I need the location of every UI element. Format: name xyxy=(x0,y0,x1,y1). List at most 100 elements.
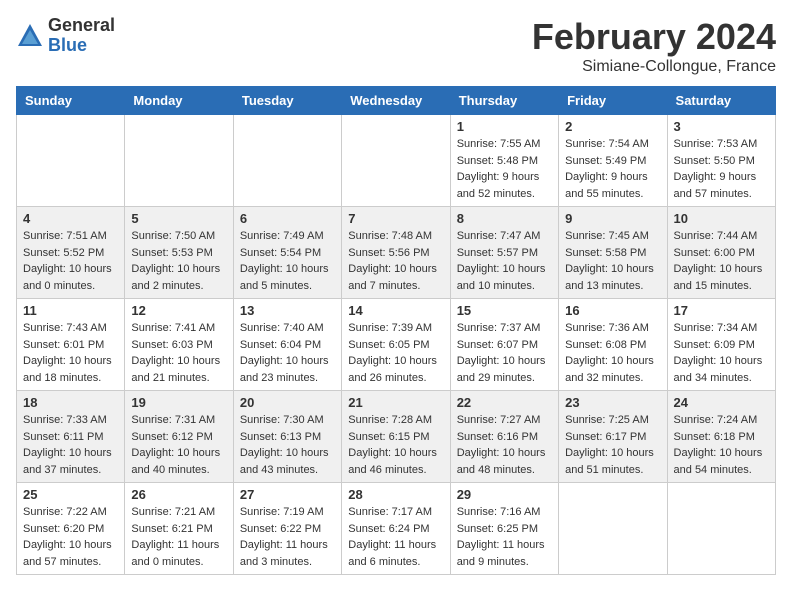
day-number: 4 xyxy=(23,211,118,226)
day-info: Sunrise: 7:27 AM Sunset: 6:16 PM Dayligh… xyxy=(457,412,552,478)
day-number: 25 xyxy=(23,487,118,502)
day-number: 5 xyxy=(131,211,226,226)
calendar-week-4: 18 Sunrise: 7:33 AM Sunset: 6:11 PM Dayli… xyxy=(17,391,776,483)
calendar-cell: 2 Sunrise: 7:54 AM Sunset: 5:49 PM Daylig… xyxy=(559,115,667,207)
calendar-week-1: 1 Sunrise: 7:55 AM Sunset: 5:48 PM Daylig… xyxy=(17,115,776,207)
day-info: Sunrise: 7:48 AM Sunset: 5:56 PM Dayligh… xyxy=(348,228,443,294)
calendar-cell: 17Sunrise: 7:34 AM Sunset: 6:09 PM Dayli… xyxy=(667,299,775,391)
calendar-cell: 19Sunrise: 7:31 AM Sunset: 6:12 PM Dayli… xyxy=(125,391,233,483)
calendar-cell: 14Sunrise: 7:39 AM Sunset: 6:05 PM Dayli… xyxy=(342,299,450,391)
logo-icon xyxy=(16,22,44,50)
weekday-header-thursday: Thursday xyxy=(450,87,558,115)
day-info: Sunrise: 7:44 AM Sunset: 6:00 PM Dayligh… xyxy=(674,228,769,294)
day-info: Sunrise: 7:39 AM Sunset: 6:05 PM Dayligh… xyxy=(348,320,443,386)
calendar-cell: 11 Sunrise: 7:43 AM Sunset: 6:01 PM Dayli… xyxy=(17,299,125,391)
weekday-header-sunday: Sunday xyxy=(17,87,125,115)
day-info: Sunrise: 7:51 AM Sunset: 5:52 PM Dayligh… xyxy=(23,228,118,294)
day-number: 12 xyxy=(131,303,226,318)
calendar-cell: 6Sunrise: 7:49 AM Sunset: 5:54 PM Daylig… xyxy=(233,207,341,299)
day-info: Sunrise: 7:31 AM Sunset: 6:12 PM Dayligh… xyxy=(131,412,226,478)
calendar-cell xyxy=(559,483,667,575)
day-info: Sunrise: 7:30 AM Sunset: 6:13 PM Dayligh… xyxy=(240,412,335,478)
calendar-cell xyxy=(667,483,775,575)
calendar-cell: 23 Sunrise: 7:25 AM Sunset: 6:17 PM Dayli… xyxy=(559,391,667,483)
day-info: Sunrise: 7:36 AM Sunset: 6:08 PM Dayligh… xyxy=(565,320,660,386)
calendar-cell: 22 Sunrise: 7:27 AM Sunset: 6:16 PM Dayli… xyxy=(450,391,558,483)
day-number: 27 xyxy=(240,487,335,502)
month-title: February 2024 xyxy=(532,16,776,58)
day-number: 29 xyxy=(457,487,552,502)
title-block: February 2024 Simiane-Collongue, France xyxy=(532,16,776,76)
day-number: 23 xyxy=(565,395,660,410)
day-number: 20 xyxy=(240,395,335,410)
day-info: Sunrise: 7:40 AM Sunset: 6:04 PM Dayligh… xyxy=(240,320,335,386)
day-info: Sunrise: 7:45 AM Sunset: 5:58 PM Dayligh… xyxy=(565,228,660,294)
calendar-cell: 10Sunrise: 7:44 AM Sunset: 6:00 PM Dayli… xyxy=(667,207,775,299)
calendar-cell: 26 Sunrise: 7:21 AM Sunset: 6:21 PM Dayli… xyxy=(125,483,233,575)
day-info: Sunrise: 7:55 AM Sunset: 5:48 PM Dayligh… xyxy=(457,136,552,202)
weekday-header-monday: Monday xyxy=(125,87,233,115)
calendar-cell: 13 Sunrise: 7:40 AM Sunset: 6:04 PM Dayli… xyxy=(233,299,341,391)
day-number: 15 xyxy=(457,303,552,318)
day-number: 8 xyxy=(457,211,552,226)
weekday-header-row: SundayMondayTuesdayWednesdayThursdayFrid… xyxy=(17,87,776,115)
day-info: Sunrise: 7:25 AM Sunset: 6:17 PM Dayligh… xyxy=(565,412,660,478)
calendar-table: SundayMondayTuesdayWednesdayThursdayFrid… xyxy=(16,86,776,575)
day-number: 28 xyxy=(348,487,443,502)
day-number: 3 xyxy=(674,119,769,134)
day-info: Sunrise: 7:28 AM Sunset: 6:15 PM Dayligh… xyxy=(348,412,443,478)
calendar-cell: 25 Sunrise: 7:22 AM Sunset: 6:20 PM Dayli… xyxy=(17,483,125,575)
calendar-cell: 3 Sunrise: 7:53 AM Sunset: 5:50 PM Daylig… xyxy=(667,115,775,207)
day-info: Sunrise: 7:17 AM Sunset: 6:24 PM Dayligh… xyxy=(348,504,443,570)
day-number: 11 xyxy=(23,303,118,318)
calendar-week-3: 11 Sunrise: 7:43 AM Sunset: 6:01 PM Dayli… xyxy=(17,299,776,391)
day-info: Sunrise: 7:53 AM Sunset: 5:50 PM Dayligh… xyxy=(674,136,769,202)
day-info: Sunrise: 7:22 AM Sunset: 6:20 PM Dayligh… xyxy=(23,504,118,570)
day-number: 9 xyxy=(565,211,660,226)
calendar-week-5: 25 Sunrise: 7:22 AM Sunset: 6:20 PM Dayli… xyxy=(17,483,776,575)
logo-blue-text: Blue xyxy=(48,36,115,56)
day-info: Sunrise: 7:54 AM Sunset: 5:49 PM Dayligh… xyxy=(565,136,660,202)
day-info: Sunrise: 7:21 AM Sunset: 6:21 PM Dayligh… xyxy=(131,504,226,570)
calendar-cell: 24Sunrise: 7:24 AM Sunset: 6:18 PM Dayli… xyxy=(667,391,775,483)
day-info: Sunrise: 7:19 AM Sunset: 6:22 PM Dayligh… xyxy=(240,504,335,570)
day-number: 16 xyxy=(565,303,660,318)
weekday-header-friday: Friday xyxy=(559,87,667,115)
day-info: Sunrise: 7:37 AM Sunset: 6:07 PM Dayligh… xyxy=(457,320,552,386)
day-info: Sunrise: 7:41 AM Sunset: 6:03 PM Dayligh… xyxy=(131,320,226,386)
calendar-cell: 29Sunrise: 7:16 AM Sunset: 6:25 PM Dayli… xyxy=(450,483,558,575)
day-number: 22 xyxy=(457,395,552,410)
day-number: 26 xyxy=(131,487,226,502)
logo-general-text: General xyxy=(48,16,115,36)
day-info: Sunrise: 7:33 AM Sunset: 6:11 PM Dayligh… xyxy=(23,412,118,478)
logo-text: General Blue xyxy=(48,16,115,56)
day-number: 13 xyxy=(240,303,335,318)
weekday-header-tuesday: Tuesday xyxy=(233,87,341,115)
calendar-cell: 21Sunrise: 7:28 AM Sunset: 6:15 PM Dayli… xyxy=(342,391,450,483)
calendar-cell: 9 Sunrise: 7:45 AM Sunset: 5:58 PM Daylig… xyxy=(559,207,667,299)
calendar-cell: 15 Sunrise: 7:37 AM Sunset: 6:07 PM Dayli… xyxy=(450,299,558,391)
calendar-cell: 4 Sunrise: 7:51 AM Sunset: 5:52 PM Daylig… xyxy=(17,207,125,299)
day-info: Sunrise: 7:24 AM Sunset: 6:18 PM Dayligh… xyxy=(674,412,769,478)
calendar-cell: 7 Sunrise: 7:48 AM Sunset: 5:56 PM Daylig… xyxy=(342,207,450,299)
calendar-cell xyxy=(342,115,450,207)
day-number: 7 xyxy=(348,211,443,226)
day-number: 2 xyxy=(565,119,660,134)
day-number: 17 xyxy=(674,303,769,318)
calendar-week-2: 4 Sunrise: 7:51 AM Sunset: 5:52 PM Daylig… xyxy=(17,207,776,299)
calendar-cell: 8Sunrise: 7:47 AM Sunset: 5:57 PM Daylig… xyxy=(450,207,558,299)
calendar-cell: 5 Sunrise: 7:50 AM Sunset: 5:53 PM Daylig… xyxy=(125,207,233,299)
calendar-cell xyxy=(233,115,341,207)
logo: General Blue xyxy=(16,16,115,56)
weekday-header-saturday: Saturday xyxy=(667,87,775,115)
calendar-cell xyxy=(17,115,125,207)
calendar-cell: 12 Sunrise: 7:41 AM Sunset: 6:03 PM Dayli… xyxy=(125,299,233,391)
calendar-cell: 28 Sunrise: 7:17 AM Sunset: 6:24 PM Dayli… xyxy=(342,483,450,575)
header: General Blue February 2024 Simiane-Collo… xyxy=(16,16,776,76)
calendar-cell: 1 Sunrise: 7:55 AM Sunset: 5:48 PM Daylig… xyxy=(450,115,558,207)
day-info: Sunrise: 7:43 AM Sunset: 6:01 PM Dayligh… xyxy=(23,320,118,386)
calendar-cell: 27 Sunrise: 7:19 AM Sunset: 6:22 PM Dayli… xyxy=(233,483,341,575)
day-info: Sunrise: 7:50 AM Sunset: 5:53 PM Dayligh… xyxy=(131,228,226,294)
day-number: 1 xyxy=(457,119,552,134)
day-number: 18 xyxy=(23,395,118,410)
